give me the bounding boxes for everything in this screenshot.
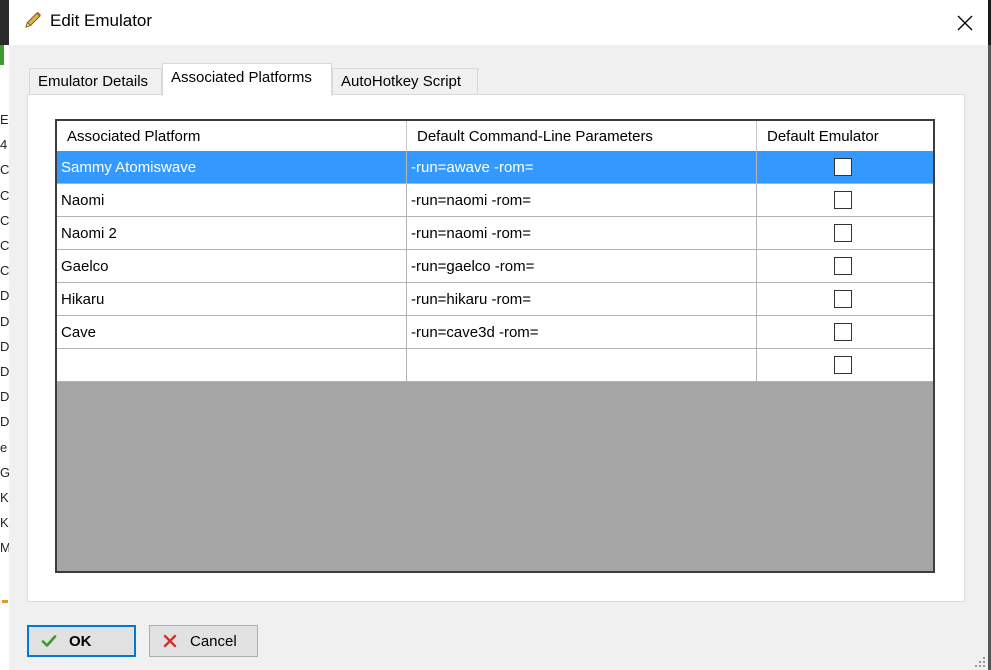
- table-row[interactable]: Naomi 2 -run=naomi -rom=: [57, 217, 933, 250]
- background-text: C: [0, 187, 9, 203]
- cell-parameters[interactable]: -run=cave3d -rom=: [407, 316, 757, 348]
- ok-button[interactable]: OK: [27, 625, 136, 657]
- column-header-default[interactable]: Default Emulator: [757, 121, 933, 151]
- table-row[interactable]: [57, 349, 933, 382]
- table-row[interactable]: Sammy Atomiswave -run=awave -rom=: [57, 151, 933, 184]
- table-row[interactable]: Hikaru -run=hikaru -rom=: [57, 283, 933, 316]
- ok-label: OK: [69, 632, 92, 650]
- tab-autohotkey-script[interactable]: AutoHotkey Script: [332, 68, 478, 95]
- background-text: C: [0, 263, 9, 279]
- background-text: D: [0, 389, 9, 405]
- background-text: K: [0, 515, 9, 531]
- table-row[interactable]: Naomi -run=naomi -rom=: [57, 184, 933, 217]
- cell-platform[interactable]: Sammy Atomiswave: [57, 151, 407, 183]
- grid-header: Associated Platform Default Command-Line…: [57, 121, 933, 152]
- close-button[interactable]: [942, 0, 988, 45]
- background-text: D: [0, 288, 9, 304]
- table-row[interactable]: Gaelco -run=gaelco -rom=: [57, 250, 933, 283]
- cell-parameters[interactable]: [407, 349, 757, 381]
- background-text: E: [0, 112, 9, 127]
- default-emulator-checkbox[interactable]: [834, 224, 852, 242]
- background-text: 4: [0, 137, 8, 153]
- background-text: D: [0, 313, 9, 329]
- default-emulator-checkbox[interactable]: [834, 323, 852, 341]
- cell-platform[interactable]: Cave: [57, 316, 407, 348]
- cell-platform[interactable]: [57, 349, 407, 381]
- cell-parameters[interactable]: -run=gaelco -rom=: [407, 250, 757, 282]
- default-emulator-checkbox[interactable]: [834, 158, 852, 176]
- background-text: C: [0, 238, 9, 253]
- resize-grip-icon[interactable]: [974, 656, 986, 668]
- background-orange-mark: [2, 600, 8, 603]
- platforms-grid[interactable]: Associated Platform Default Command-Line…: [55, 119, 935, 573]
- tab-associated-platforms[interactable]: Associated Platforms: [162, 63, 332, 96]
- background-text: e: [0, 439, 8, 455]
- cell-parameters[interactable]: -run=naomi -rom=: [407, 217, 757, 249]
- cell-parameters[interactable]: -run=naomi -rom=: [407, 184, 757, 216]
- background-text: D: [0, 414, 9, 430]
- background-text: G: [0, 464, 9, 480]
- table-row[interactable]: Cave -run=cave3d -rom=: [57, 316, 933, 349]
- close-icon: [957, 15, 973, 30]
- cell-platform[interactable]: Naomi 2: [57, 217, 407, 249]
- background-text: D: [0, 364, 9, 379]
- background-text: K: [0, 490, 9, 505]
- cell-parameters[interactable]: -run=awave -rom=: [407, 151, 757, 183]
- cancel-button[interactable]: Cancel: [149, 625, 258, 657]
- default-emulator-checkbox[interactable]: [834, 257, 852, 275]
- cell-platform[interactable]: Gaelco: [57, 250, 407, 282]
- background-titlebar: [0, 0, 9, 45]
- title-bar: Edit Emulator: [9, 0, 988, 45]
- cell-platform[interactable]: Naomi: [57, 184, 407, 216]
- background-green-icon: [0, 45, 4, 65]
- background-text: M: [0, 540, 9, 556]
- column-header-platform[interactable]: Associated Platform: [57, 121, 407, 151]
- default-emulator-checkbox[interactable]: [834, 356, 852, 374]
- default-emulator-checkbox[interactable]: [834, 191, 852, 209]
- tab-emulator-details[interactable]: Emulator Details: [29, 68, 162, 95]
- column-header-parameters[interactable]: Default Command-Line Parameters: [407, 121, 757, 151]
- cancel-label: Cancel: [190, 632, 237, 650]
- cell-parameters[interactable]: -run=hikaru -rom=: [407, 283, 757, 315]
- background-text: C: [0, 162, 9, 178]
- x-icon: [162, 633, 178, 649]
- background-text: C: [0, 212, 9, 228]
- background-text: D: [0, 338, 9, 354]
- window-title: Edit Emulator: [50, 11, 153, 30]
- default-emulator-checkbox[interactable]: [834, 290, 852, 308]
- pencil-icon: [23, 10, 43, 30]
- edit-emulator-dialog: Edit Emulator Emulator Details Associate…: [9, 0, 988, 670]
- cell-platform[interactable]: Hikaru: [57, 283, 407, 315]
- checkmark-icon: [41, 633, 57, 649]
